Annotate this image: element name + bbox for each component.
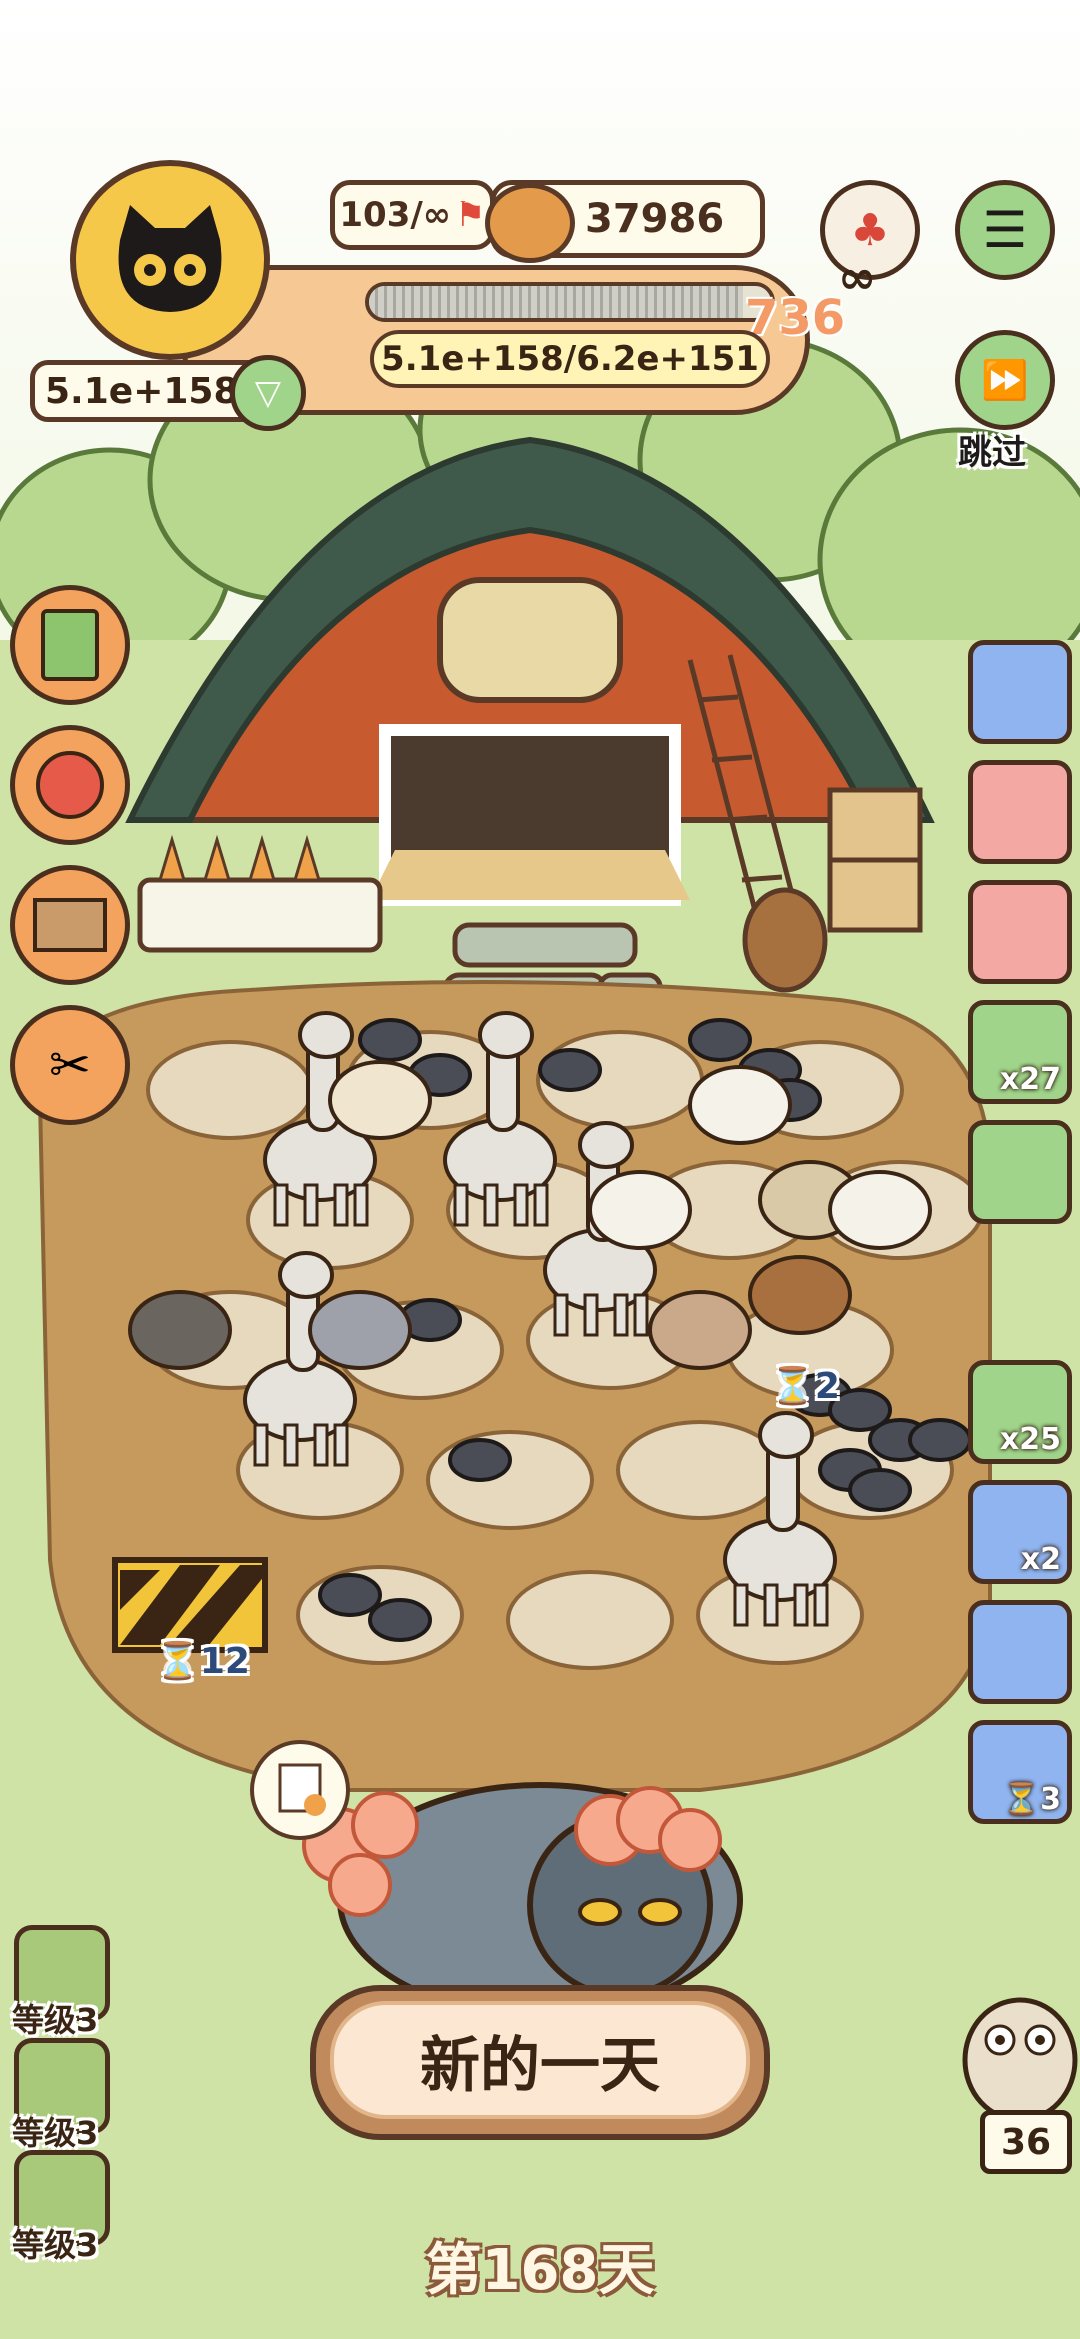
avatar[interactable] [70,160,270,360]
hourglass-tile-badge: ⏳3 [1002,1782,1061,1817]
mole[interactable] [688,1018,752,1062]
card-tile[interactable] [968,1120,1072,1224]
hourglass-tile[interactable]: ⏳3 [968,1720,1072,1824]
jar-tile[interactable]: x2 [968,1480,1072,1584]
barn-tile[interactable] [968,640,1072,744]
mole-timer: ⏳2 [770,1366,840,1407]
rope-tile[interactable] [968,760,1072,864]
expand-button[interactable]: ▽ [230,355,306,431]
heart-tile[interactable] [968,880,1072,984]
mole[interactable] [318,1573,382,1617]
bird-count: 36 [980,2110,1072,2174]
daruma-button[interactable] [10,725,130,845]
coin-value: 37986 [585,196,725,242]
plot-hole[interactable] [616,1420,784,1520]
roadblock-timer: ⏳12 [155,1641,250,1682]
box-icon [33,898,107,952]
progress-bar [365,282,775,322]
level-counter: 103/∞ ⚑ [330,180,495,250]
day-label: 第168天 [425,2238,655,2303]
skunk[interactable] [828,1170,932,1250]
roadblock[interactable] [112,1557,268,1653]
sheep-tile[interactable] [968,1600,1072,1704]
menu-icon: ☰ [982,201,1028,259]
tools-button[interactable]: ✂ [10,1005,130,1125]
black-cat-avatar-icon [118,205,222,312]
certificate-icon[interactable] [250,1740,350,1840]
skunk[interactable] [588,1170,692,1250]
skunk[interactable] [688,1065,792,1145]
chinchilla[interactable] [308,1290,412,1370]
level-label-1: 等级3 [12,2001,99,2039]
fast-forward-icon: ⏩ [981,357,1029,402]
plot-hole[interactable] [426,1430,594,1530]
level-label-2: 等级3 [12,2114,99,2152]
pet-bowl-icon [485,183,575,263]
plot-hole[interactable] [506,1570,674,1670]
seed-pack-tile[interactable]: x27 [968,1000,1072,1104]
capybara[interactable] [748,1255,852,1335]
seed-pack-tile-badge: x27 [999,1062,1061,1097]
chevron-down-icon: ▽ [254,373,282,413]
pink-animal-tile-badge: x25 [999,1422,1061,1457]
progress-fill [369,286,743,318]
mole[interactable] [358,1018,422,1062]
owl-bird[interactable] [962,1997,1078,2123]
level-count: 103/∞ [339,195,452,235]
tools-icon: ✂ [49,1036,91,1094]
mole[interactable] [538,1048,602,1092]
hamster[interactable] [328,1060,432,1140]
wealth-value: 5.1e+158 [45,370,239,412]
jar-tile-badge: x2 [1020,1542,1061,1577]
plot-hole[interactable] [146,1040,314,1140]
box-button[interactable] [10,865,130,985]
lop-rabbit[interactable] [648,1290,752,1370]
infinity-icon: ∞ [838,250,877,304]
menu-button[interactable]: ☰ [955,180,1055,280]
progress-text: 5.1e+158/6.2e+151 [370,330,770,388]
daruma-icon [36,751,104,819]
mole[interactable] [908,1418,972,1462]
mole[interactable] [368,1598,432,1642]
skip-label: 跳过 [958,433,1026,473]
calculator-button[interactable] [10,585,130,705]
new-day-button-frame: 新的一天 [310,1985,770,2140]
pink-animal-tile[interactable]: x25 [968,1360,1072,1464]
new-day-button[interactable]: 新的一天 [330,2001,750,2119]
calculator-icon [41,609,99,681]
mole[interactable] [848,1468,912,1512]
mole[interactable] [448,1438,512,1482]
strawberry-icon: ♣ [850,204,890,256]
skip-button[interactable]: ⏩ [955,330,1055,430]
coin-counter: 37986 [485,180,765,263]
flag-icon: ⚑ [455,195,486,235]
rabbit[interactable] [128,1290,232,1370]
